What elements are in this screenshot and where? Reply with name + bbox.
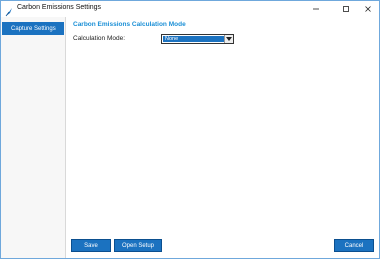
sidebar: Capture Settings <box>1 17 66 258</box>
cancel-button[interactable]: Cancel <box>334 239 374 252</box>
minimize-button[interactable] <box>305 2 327 16</box>
settings-window: Carbon Emissions Settings Capture Settin… <box>0 0 380 259</box>
sidebar-item-label: Capture Settings <box>11 25 56 32</box>
maximize-icon <box>342 5 350 13</box>
save-button[interactable]: Save <box>71 239 111 252</box>
close-icon <box>364 5 372 13</box>
calculation-mode-select[interactable]: None <box>161 34 234 44</box>
sidebar-item-capture-settings[interactable]: Capture Settings <box>2 22 64 35</box>
calculation-mode-label: Calculation Mode: <box>73 35 126 42</box>
maximize-button[interactable] <box>335 2 357 16</box>
open-setup-button[interactable]: Open Setup <box>114 239 162 252</box>
calculation-mode-value: None <box>163 36 225 42</box>
section-title: Carbon Emissions Calculation Mode <box>73 21 186 28</box>
main-panel: Carbon Emissions Calculation Mode Calcul… <box>66 17 379 258</box>
close-button[interactable] <box>357 2 379 16</box>
title-bar: Carbon Emissions Settings <box>1 1 379 17</box>
minimize-icon <box>312 5 320 13</box>
feather-icon <box>5 4 13 17</box>
window-title: Carbon Emissions Settings <box>17 4 102 11</box>
chevron-down-icon[interactable] <box>224 35 233 43</box>
